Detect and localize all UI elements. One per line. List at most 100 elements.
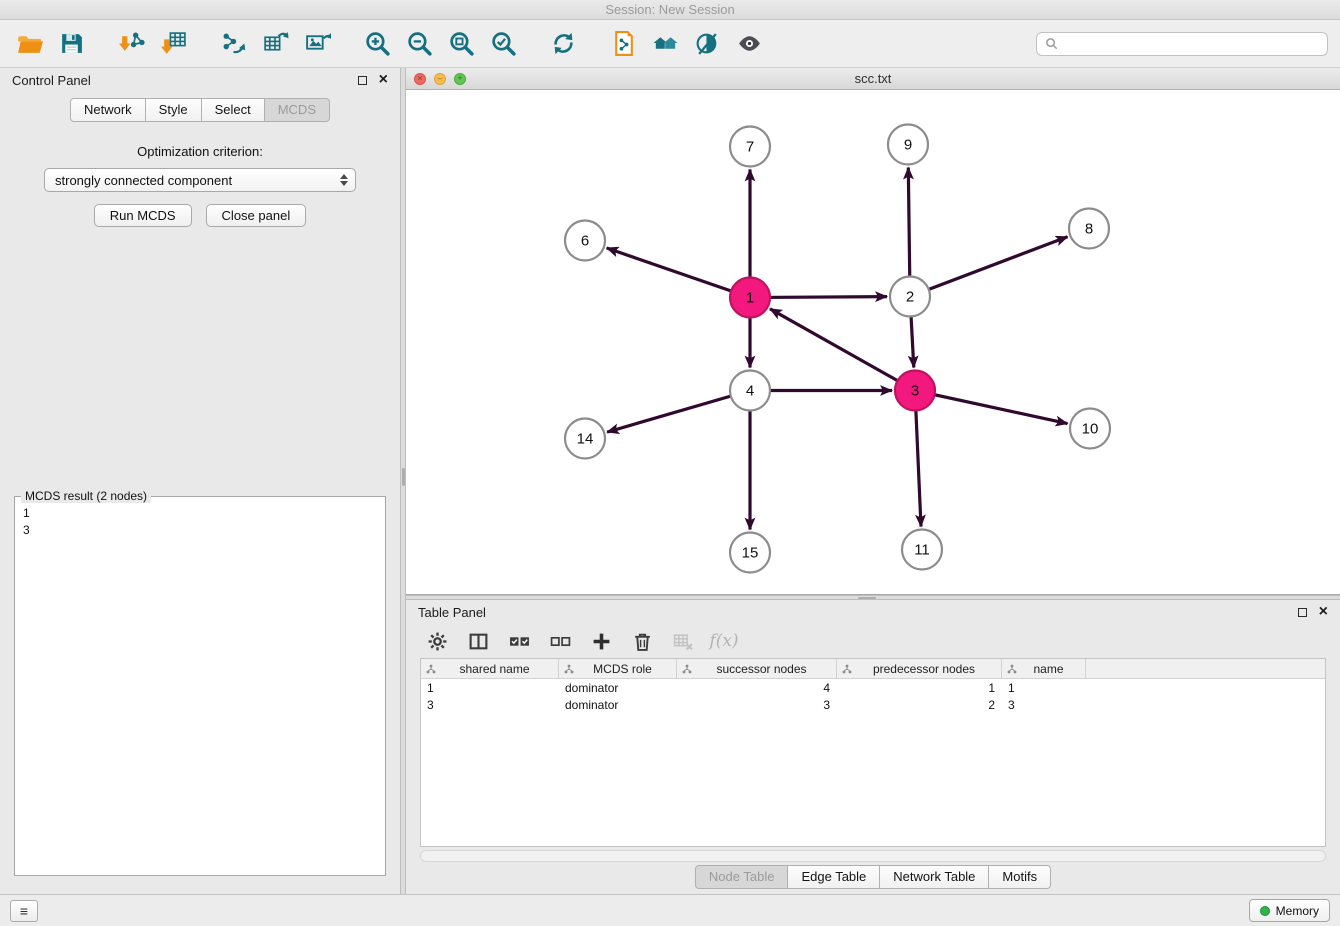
table-panel-float-button[interactable]: [1298, 608, 1307, 617]
status-bar: ≡ Memory: [0, 894, 1340, 926]
window-minimize-button[interactable]: –: [434, 73, 446, 85]
node-2[interactable]: 2: [890, 277, 930, 317]
delete-row-icon[interactable]: [629, 628, 655, 654]
table-panel-close-button[interactable]: ×: [1319, 606, 1328, 618]
control-panel-tabs: NetworkStyleSelectMCDS: [0, 92, 400, 128]
edge-1-6[interactable]: [607, 248, 750, 298]
destroy-table-icon[interactable]: [670, 628, 696, 654]
export-table-icon[interactable]: [258, 27, 292, 61]
edge-3-10[interactable]: [915, 391, 1068, 424]
mcds-panel: Optimization criterion: strongly connect…: [0, 128, 400, 894]
control-panel-title: Control Panel: [12, 73, 91, 88]
cell-name: 1: [1002, 681, 1086, 695]
vertical-splitter[interactable]: [400, 68, 406, 894]
node-9[interactable]: 9: [888, 125, 928, 165]
search-icon: [1045, 37, 1058, 50]
edge-4-14[interactable]: [607, 391, 750, 433]
export-network-icon[interactable]: [216, 27, 250, 61]
import-table-file-icon[interactable]: [156, 27, 190, 61]
close-panel-button[interactable]: Close panel: [206, 204, 307, 227]
menu-icon: ≡: [20, 903, 28, 919]
control-panel: Control Panel × NetworkStyleSelectMCDS O…: [0, 68, 400, 894]
column-header-name[interactable]: name: [1002, 659, 1086, 678]
cell-predecessor-nodes: 1: [837, 681, 1002, 695]
export-image-icon[interactable]: [300, 27, 334, 61]
column-label: successor nodes: [692, 662, 831, 676]
edge-3-1[interactable]: [770, 309, 915, 391]
apply-layout-icon[interactable]: [546, 27, 580, 61]
node-3[interactable]: 3: [895, 371, 935, 411]
save-session-icon[interactable]: [54, 27, 88, 61]
window-close-button[interactable]: ×: [414, 73, 426, 85]
column-header-shared-name[interactable]: shared name: [421, 659, 559, 678]
cell-successor-nodes: 4: [677, 681, 837, 695]
table-settings-icon[interactable]: [424, 628, 450, 654]
control-panel-float-button[interactable]: [358, 76, 367, 85]
zoom-in-icon[interactable]: [360, 27, 394, 61]
node-10[interactable]: 10: [1070, 409, 1110, 449]
node-label: 1: [746, 290, 754, 307]
network-canvas[interactable]: 7 9 6 8 1 2 4 3 14 10 15 11: [406, 90, 1340, 594]
tab-style[interactable]: Style: [145, 98, 202, 122]
table-tab-node-table[interactable]: Node Table: [695, 865, 789, 889]
zoom-selected-icon[interactable]: [486, 27, 520, 61]
search-box[interactable]: [1036, 32, 1328, 56]
node-label: 6: [581, 233, 589, 250]
column-header-mcds-role[interactable]: MCDS role: [559, 659, 677, 678]
table-tab-network-table[interactable]: Network Table: [879, 865, 989, 889]
hide-details-icon[interactable]: [732, 27, 766, 61]
node-8[interactable]: 8: [1069, 209, 1109, 249]
window-zoom-button[interactable]: +: [454, 73, 466, 85]
node-14[interactable]: 14: [565, 419, 605, 459]
node-11[interactable]: 11: [902, 530, 942, 570]
import-network-file-icon[interactable]: [114, 27, 148, 61]
network-document-icon[interactable]: [606, 27, 640, 61]
edge-2-8[interactable]: [910, 237, 1068, 297]
table-column-headers: shared nameMCDS role successor nodes prede…: [421, 659, 1325, 679]
node-6[interactable]: 6: [565, 221, 605, 261]
search-input[interactable]: [1064, 36, 1319, 51]
node-label: 15: [742, 545, 759, 562]
node-label: 7: [746, 139, 754, 156]
optimization-criterion-label: Optimization criterion:: [0, 144, 400, 159]
app-window: Session: New Session Control Panel × Net…: [0, 0, 1340, 926]
main-area: Control Panel × NetworkStyleSelectMCDS O…: [0, 68, 1340, 894]
neighborhood-icon[interactable]: [648, 27, 682, 61]
zoom-out-icon[interactable]: [402, 27, 436, 61]
column-label: predecessor nodes: [852, 662, 996, 676]
select-all-icon[interactable]: [506, 628, 532, 654]
network-window-title: scc.txt: [406, 71, 1340, 86]
tab-mcds[interactable]: MCDS: [264, 98, 330, 122]
node-7[interactable]: 7: [730, 127, 770, 167]
control-panel-close-button[interactable]: ×: [379, 74, 388, 86]
add-row-icon[interactable]: [588, 628, 614, 654]
node-15[interactable]: 15: [730, 533, 770, 573]
table-row[interactable]: 3dominator323: [421, 696, 1325, 713]
table-row[interactable]: 1dominator411: [421, 679, 1325, 696]
memory-button[interactable]: Memory: [1249, 899, 1330, 922]
horizontal-splitter[interactable]: [406, 595, 1340, 600]
table-rows: 1dominator4113dominator323: [421, 679, 1325, 713]
node-label: 10: [1082, 421, 1099, 438]
zoom-fit-icon[interactable]: [444, 27, 478, 61]
show-details-icon[interactable]: [690, 27, 724, 61]
tab-network[interactable]: Network: [70, 98, 146, 122]
table-tab-edge-table[interactable]: Edge Table: [787, 865, 880, 889]
function-builder-icon[interactable]: f(x): [711, 628, 737, 654]
optimization-criterion-select[interactable]: strongly connected component: [44, 168, 356, 192]
run-mcds-button[interactable]: Run MCDS: [94, 204, 192, 227]
show-columns-icon[interactable]: [465, 628, 491, 654]
node-table: shared nameMCDS role successor nodes prede…: [420, 658, 1326, 847]
column-header-successor-nodes[interactable]: successor nodes: [677, 659, 837, 678]
splitter-grip: [858, 597, 876, 599]
task-history-button[interactable]: ≡: [10, 900, 38, 922]
table-tab-motifs[interactable]: Motifs: [988, 865, 1051, 889]
cell-mcds-role: dominator: [559, 698, 677, 712]
node-1[interactable]: 1: [730, 278, 770, 318]
node-4[interactable]: 4: [730, 371, 770, 411]
column-header-predecessor-nodes[interactable]: predecessor nodes: [837, 659, 1002, 678]
open-session-icon[interactable]: [12, 27, 46, 61]
deselect-all-icon[interactable]: [547, 628, 573, 654]
table-horizontal-scrollbar[interactable]: [420, 850, 1326, 862]
tab-select[interactable]: Select: [201, 98, 265, 122]
